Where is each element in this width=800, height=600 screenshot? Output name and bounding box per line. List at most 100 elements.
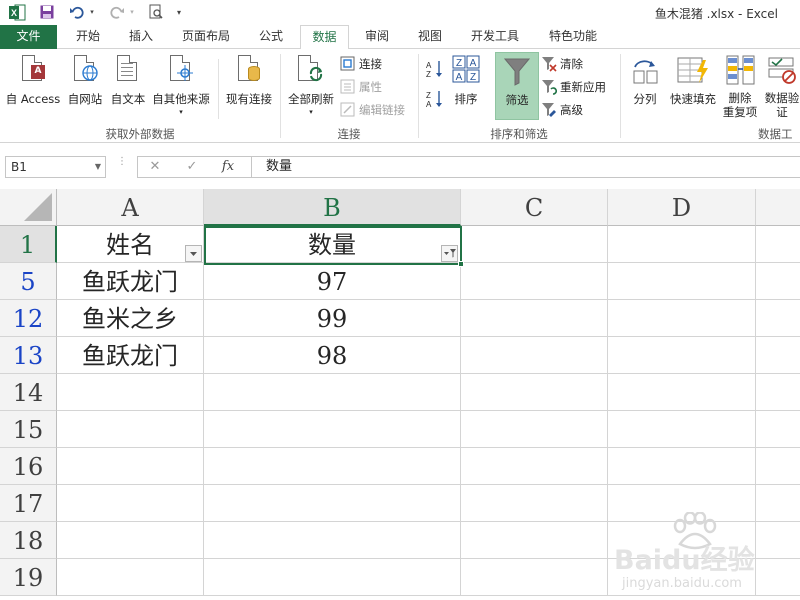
cancel-icon[interactable]: ✕ (144, 156, 166, 178)
enter-icon[interactable]: ✓ (181, 156, 203, 178)
cell-b1[interactable]: 数量 (204, 226, 461, 263)
row-header-19[interactable]: 19 (0, 559, 57, 596)
row-header-16[interactable]: 16 (0, 448, 57, 485)
from-web-button[interactable]: 自网站 (64, 53, 106, 107)
cell-d17[interactable] (608, 485, 756, 522)
customize-toolbar-icon[interactable]: ▾ (174, 3, 184, 21)
row-header-12[interactable]: 12 (0, 300, 57, 337)
clear-filter-button[interactable]: 清除 (541, 54, 583, 74)
column-header-b[interactable]: B (204, 189, 461, 226)
cell-b16[interactable] (204, 448, 461, 485)
tab-review[interactable]: 审阅 (354, 25, 400, 49)
tab-file[interactable]: 文件 (0, 25, 57, 49)
cell-a19[interactable] (57, 559, 204, 596)
cell-c5[interactable] (461, 263, 608, 300)
save-icon[interactable] (38, 3, 56, 21)
cell-d19[interactable] (608, 559, 756, 596)
cell-c1[interactable] (461, 226, 608, 263)
from-other-sources-button[interactable]: 自其他来源 ▾ (149, 53, 213, 117)
cell-b12[interactable]: 99 (204, 300, 461, 337)
chevron-down-icon[interactable]: ▼ (95, 157, 101, 177)
tab-data[interactable]: 数据 (300, 25, 349, 50)
existing-connections-button[interactable]: 现有连接 (222, 53, 276, 107)
flash-fill-button[interactable]: 快速填充 (666, 53, 720, 107)
insert-function-icon[interactable]: fx (217, 156, 239, 178)
cell-c17[interactable] (461, 485, 608, 522)
connections-button[interactable]: 连接 (340, 54, 382, 74)
column-header-d[interactable]: D (608, 189, 756, 226)
cell-a16[interactable] (57, 448, 204, 485)
remove-duplicates-button[interactable]: 删除 重复项 (720, 53, 760, 119)
column-header-a[interactable]: A (57, 189, 204, 226)
row-header-15[interactable]: 15 (0, 411, 57, 448)
column-header-c[interactable]: C (461, 189, 608, 226)
cell-c16[interactable] (461, 448, 608, 485)
advanced-filter-button[interactable]: 高级 (541, 100, 583, 120)
cell-a15[interactable] (57, 411, 204, 448)
cell-e15[interactable] (756, 411, 800, 448)
tab-page-layout[interactable]: 页面布局 (171, 25, 241, 49)
cell-e13[interactable] (756, 337, 800, 374)
tab-insert[interactable]: 插入 (117, 25, 165, 49)
from-access-button[interactable]: A 自 Access (4, 53, 62, 107)
cell-c12[interactable] (461, 300, 608, 337)
cell-d1[interactable] (608, 226, 756, 263)
column-header-e[interactable] (756, 189, 800, 226)
cell-e5[interactable] (756, 263, 800, 300)
row-header-14[interactable]: 14 (0, 374, 57, 411)
cell-d5[interactable] (608, 263, 756, 300)
sort-descending-button[interactable]: ZA (426, 89, 447, 109)
cell-d12[interactable] (608, 300, 756, 337)
cell-b13[interactable]: 98 (204, 337, 461, 374)
formula-input[interactable]: 数量 (251, 156, 800, 178)
tab-home[interactable]: 开始 (64, 25, 112, 49)
cell-e16[interactable] (756, 448, 800, 485)
sort-ascending-button[interactable]: AZ (426, 59, 447, 79)
row-header-13[interactable]: 13 (0, 337, 57, 374)
redo-dropdown-icon[interactable]: ▾ (128, 3, 136, 21)
cell-b19[interactable] (204, 559, 461, 596)
tab-developer[interactable]: 开发工具 (460, 25, 530, 49)
sort-button[interactable]: ZAAZ 排序 (448, 53, 484, 107)
cell-b5[interactable]: 97 (204, 263, 461, 300)
cell-a13[interactable]: 鱼跃龙门 (57, 337, 204, 374)
cell-d14[interactable] (608, 374, 756, 411)
tab-formulas[interactable]: 公式 (248, 25, 294, 49)
cell-a12[interactable]: 鱼米之乡 (57, 300, 204, 337)
cell-e12[interactable] (756, 300, 800, 337)
tab-special-features[interactable]: 特色功能 (537, 25, 609, 49)
row-header-5[interactable]: 5 (0, 263, 57, 300)
row-header-1[interactable]: 1 (0, 226, 57, 263)
cell-d16[interactable] (608, 448, 756, 485)
undo-dropdown-icon[interactable]: ▾ (88, 3, 96, 21)
undo-icon[interactable] (66, 3, 88, 21)
cell-a17[interactable] (57, 485, 204, 522)
text-to-columns-button[interactable]: 分列 (626, 53, 664, 107)
properties-button[interactable]: 属性 (340, 77, 382, 97)
cell-b15[interactable] (204, 411, 461, 448)
cell-e14[interactable] (756, 374, 800, 411)
cell-a18[interactable] (57, 522, 204, 559)
cell-a1[interactable]: 姓名 (57, 226, 204, 263)
row-header-17[interactable]: 17 (0, 485, 57, 522)
data-validation-button[interactable]: 数据验 证 (762, 53, 800, 119)
from-text-button[interactable]: 自文本 (107, 53, 149, 107)
cell-d18[interactable] (608, 522, 756, 559)
cell-c19[interactable] (461, 559, 608, 596)
filter-dropdown-b1[interactable] (441, 245, 458, 262)
cell-b18[interactable] (204, 522, 461, 559)
row-header-18[interactable]: 18 (0, 522, 57, 559)
cell-c18[interactable] (461, 522, 608, 559)
cell-d13[interactable] (608, 337, 756, 374)
cell-c13[interactable] (461, 337, 608, 374)
cell-a5[interactable]: 鱼跃龙门 (57, 263, 204, 300)
cell-e18[interactable] (756, 522, 800, 559)
cell-d15[interactable] (608, 411, 756, 448)
edit-links-button[interactable]: 编辑链接 (340, 100, 405, 120)
cell-a14[interactable] (57, 374, 204, 411)
cell-b17[interactable] (204, 485, 461, 522)
refresh-all-button[interactable]: 全部刷新 ▾ (284, 53, 338, 117)
filter-dropdown-a1[interactable] (185, 245, 202, 262)
cell-c14[interactable] (461, 374, 608, 411)
redo-icon[interactable] (106, 3, 128, 21)
